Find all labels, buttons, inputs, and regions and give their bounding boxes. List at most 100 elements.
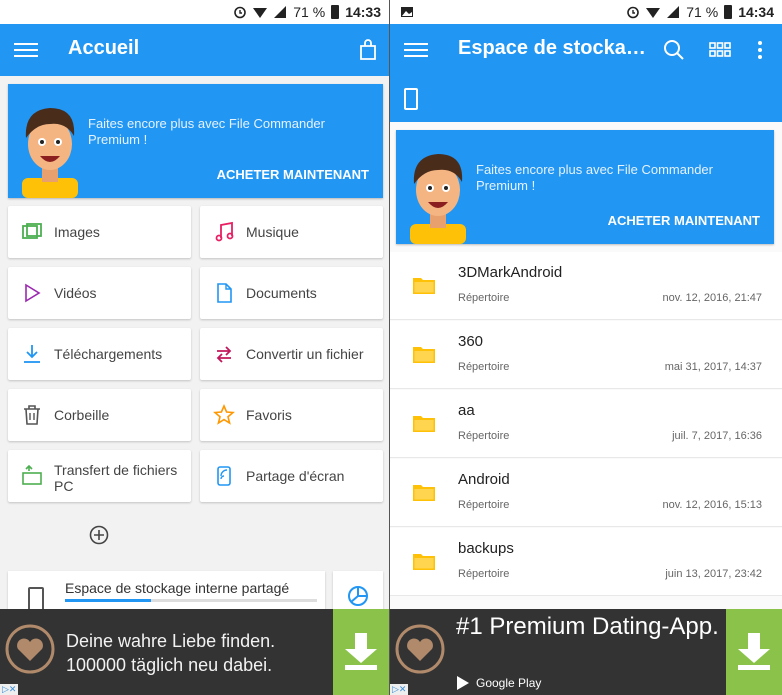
more-options-icon[interactable] xyxy=(748,38,772,62)
shopping-bag-icon[interactable] xyxy=(356,38,380,62)
category-label: Partage d'écran xyxy=(246,468,345,484)
folder-icon xyxy=(413,278,435,294)
premium-promo: Faites encore plus avec File Commander P… xyxy=(8,84,383,198)
list-item[interactable]: 3DMarkAndroid Répertoire nov. 12, 2016, … xyxy=(390,252,782,320)
home-screen: 71 % 14:33 Accueil Faites encore plus av… xyxy=(0,0,389,695)
menu-icon[interactable] xyxy=(14,39,38,61)
category-label: Images xyxy=(54,224,100,240)
category-images[interactable]: Images xyxy=(8,206,191,258)
ad-banner[interactable]: Deine wahre Liebe finden. 100000 täglich… xyxy=(0,609,389,695)
folder-icon xyxy=(413,347,435,363)
video-icon xyxy=(25,283,41,303)
ad-choices-icon[interactable]: ▷✕ xyxy=(0,684,19,695)
menu-icon[interactable] xyxy=(404,39,428,61)
add-icon[interactable] xyxy=(89,525,109,545)
clock: 14:34 xyxy=(738,4,774,20)
page-title: Accueil xyxy=(68,37,140,59)
file-date: mai 31, 2017, 14:37 xyxy=(664,361,762,373)
list-item[interactable]: Android Répertoire nov. 12, 2016, 15:13 xyxy=(390,459,782,527)
signal-icon xyxy=(274,6,287,18)
image-notification-icon xyxy=(401,7,413,17)
search-icon[interactable] xyxy=(662,38,686,62)
convert-icon xyxy=(216,346,232,363)
folder-icon xyxy=(413,485,435,501)
file-date: nov. 12, 2016, 21:47 xyxy=(662,292,763,304)
dating-logo-icon xyxy=(395,624,445,674)
download-icon xyxy=(24,345,40,363)
category-downloads[interactable]: Téléchargements xyxy=(8,328,191,380)
grid-view-icon[interactable] xyxy=(708,38,732,62)
category-label: Documents xyxy=(246,285,317,301)
battery-percent: 71 % xyxy=(293,4,326,20)
avatar-illustration xyxy=(22,108,78,198)
promo-text: Faites encore plus avec File Commander P… xyxy=(88,116,325,147)
file-name: 360 xyxy=(458,333,484,350)
list-item[interactable]: aa Répertoire juil. 7, 2017, 16:36 xyxy=(390,390,782,458)
category-trash[interactable]: Corbeille xyxy=(8,389,191,441)
folder-icon xyxy=(413,416,435,432)
category-favorites[interactable]: Favoris xyxy=(200,389,383,441)
list-item[interactable]: 360 Répertoire mai 31, 2017, 14:37 xyxy=(390,321,782,389)
avatar-illustration xyxy=(410,154,466,244)
folder-icon xyxy=(413,554,435,570)
document-icon xyxy=(217,283,232,303)
ad-download-button[interactable] xyxy=(726,609,782,695)
file-date: juin 13, 2017, 23:42 xyxy=(665,568,762,580)
file-name: backups xyxy=(458,540,514,557)
storage-usage-fill xyxy=(65,599,151,602)
ad-download-button[interactable] xyxy=(333,609,389,695)
file-name: aa xyxy=(458,402,475,419)
file-type: Répertoire xyxy=(458,499,510,511)
category-label: Transfert de fichiers PC xyxy=(54,462,178,494)
download-arrow-icon xyxy=(345,633,377,670)
category-screen-share[interactable]: Partage d'écran xyxy=(200,450,383,502)
star-icon xyxy=(213,404,235,425)
category-pc-transfer[interactable]: Transfert de fichiers PC xyxy=(8,450,191,502)
images-icon xyxy=(22,223,42,239)
phone-icon xyxy=(28,587,44,611)
category-music[interactable]: Musique xyxy=(200,206,383,258)
category-label: Téléchargements xyxy=(54,346,163,362)
status-bar: 71 % 14:34 xyxy=(390,0,782,24)
buy-now-button[interactable]: ACHETER MAINTENANT xyxy=(217,167,369,182)
store-name: Google Play xyxy=(476,676,542,690)
file-type: Répertoire xyxy=(458,292,510,304)
ad-line-1: Deine wahre Liebe finden. xyxy=(66,631,276,651)
category-label: Corbeille xyxy=(54,407,110,423)
signal-icon xyxy=(667,6,680,18)
download-arrow-icon xyxy=(738,633,770,670)
breadcrumb xyxy=(390,76,782,122)
battery-percent: 71 % xyxy=(686,4,719,20)
clock: 14:33 xyxy=(345,4,381,20)
pie-chart-icon xyxy=(348,586,368,606)
file-name: 3DMarkAndroid xyxy=(458,264,563,281)
file-name: Android xyxy=(458,471,510,488)
wifi-icon xyxy=(646,8,661,18)
google-play-badge[interactable]: Google Play xyxy=(456,675,541,691)
category-label: Vidéos xyxy=(54,285,97,301)
category-documents[interactable]: Documents xyxy=(200,267,383,319)
category-videos[interactable]: Vidéos xyxy=(8,267,191,319)
list-item[interactable]: backups Répertoire juin 13, 2017, 23:42 xyxy=(390,528,782,596)
file-type: Répertoire xyxy=(458,430,510,442)
buy-now-button[interactable]: ACHETER MAINTENANT xyxy=(608,213,760,228)
trash-icon xyxy=(24,405,40,425)
storage-label: Espace de stockage interne partagé xyxy=(65,580,290,596)
category-convert[interactable]: Convertir un fichier xyxy=(200,328,383,380)
wifi-icon xyxy=(253,8,268,18)
ad-choices-icon[interactable]: ▷✕ xyxy=(390,684,409,695)
file-date: juil. 7, 2017, 16:36 xyxy=(672,430,762,442)
category-label: Convertir un fichier xyxy=(246,346,364,362)
file-date: nov. 12, 2016, 15:13 xyxy=(662,499,763,511)
status-bar: 71 % 14:33 xyxy=(0,0,389,24)
ad-headline: #1 Premium Dating-App. xyxy=(456,613,719,640)
alarm-icon xyxy=(627,6,640,19)
dating-logo-icon xyxy=(5,624,55,674)
device-icon[interactable] xyxy=(404,88,418,110)
alarm-icon xyxy=(234,6,247,19)
pc-transfer-icon xyxy=(22,465,42,485)
app-bar: Accueil xyxy=(0,24,389,76)
storage-screen: 71 % 14:34 Espace de stockage... Faites … xyxy=(390,0,782,695)
ad-banner[interactable]: #1 Premium Dating-App. Google Play ▷✕ xyxy=(390,609,782,695)
category-label: Musique xyxy=(246,224,299,240)
